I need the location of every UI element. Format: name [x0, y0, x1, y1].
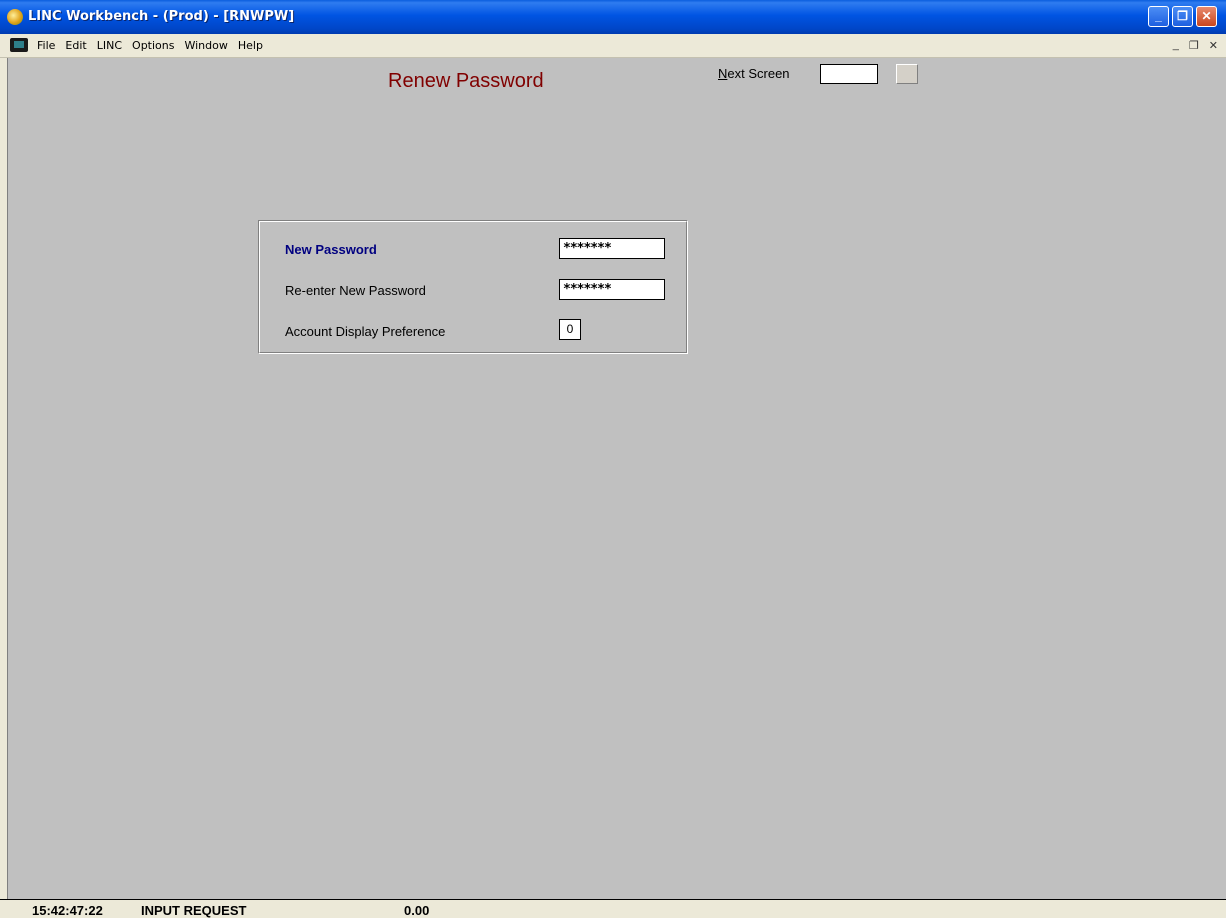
app-logo-icon [7, 9, 23, 25]
menu-window[interactable]: Window [184, 39, 227, 52]
password-panel: New Password ******* Re-enter New Passwo… [258, 220, 688, 354]
mdi-minimize-button[interactable]: _ [1173, 39, 1179, 52]
menu-edit[interactable]: Edit [65, 39, 86, 52]
window-title: LINC Workbench - (Prod) - [RNWPW] [28, 9, 295, 24]
mdi-controls: _ ❐ ✕ [1173, 39, 1218, 52]
menubar: File Edit LINC Options Window Help _ ❐ ✕ [0, 34, 1226, 58]
document-system-menu-icon[interactable] [10, 38, 28, 52]
mdi-close-button[interactable]: ✕ [1209, 39, 1218, 52]
reenter-password-field[interactable]: ******* [559, 279, 665, 300]
status-time: 15:42:47:22 [32, 903, 103, 918]
window-titlebar[interactable]: LINC Workbench - (Prod) - [RNWPW] _ ❐ ✕ [0, 0, 1226, 34]
reenter-password-label: Re-enter New Password [285, 283, 426, 298]
menu-help[interactable]: Help [238, 39, 263, 52]
next-screen-input[interactable] [820, 64, 878, 84]
new-password-field[interactable]: ******* [559, 238, 665, 259]
menu-linc[interactable]: LINC [97, 39, 122, 52]
next-screen-accelerator: N [718, 66, 728, 81]
mdi-restore-button[interactable]: ❐ [1189, 39, 1199, 52]
next-screen-button[interactable] [896, 64, 918, 84]
close-button[interactable]: ✕ [1196, 6, 1217, 27]
minimize-button[interactable]: _ [1148, 6, 1169, 27]
form-client-area: Renew Password Next Screen New Password … [7, 58, 1226, 899]
restore-button[interactable]: ❐ [1172, 6, 1193, 27]
account-display-preference-field[interactable]: 0 [559, 319, 581, 340]
status-bar: 15:42:47:22 INPUT REQUEST 0.00 [0, 899, 1226, 918]
next-screen-label-rest: ext Screen [727, 66, 790, 81]
next-screen-label: Next Screen [718, 66, 790, 81]
account-display-preference-label: Account Display Preference [285, 324, 446, 339]
menu-options[interactable]: Options [132, 39, 174, 52]
status-amount: 0.00 [404, 903, 430, 918]
status-mode: INPUT REQUEST [141, 903, 247, 918]
menu-file[interactable]: File [37, 39, 55, 52]
new-password-label: New Password [285, 242, 377, 257]
screen-title: Renew Password [388, 70, 544, 92]
menu-items: File Edit LINC Options Window Help [37, 39, 263, 52]
